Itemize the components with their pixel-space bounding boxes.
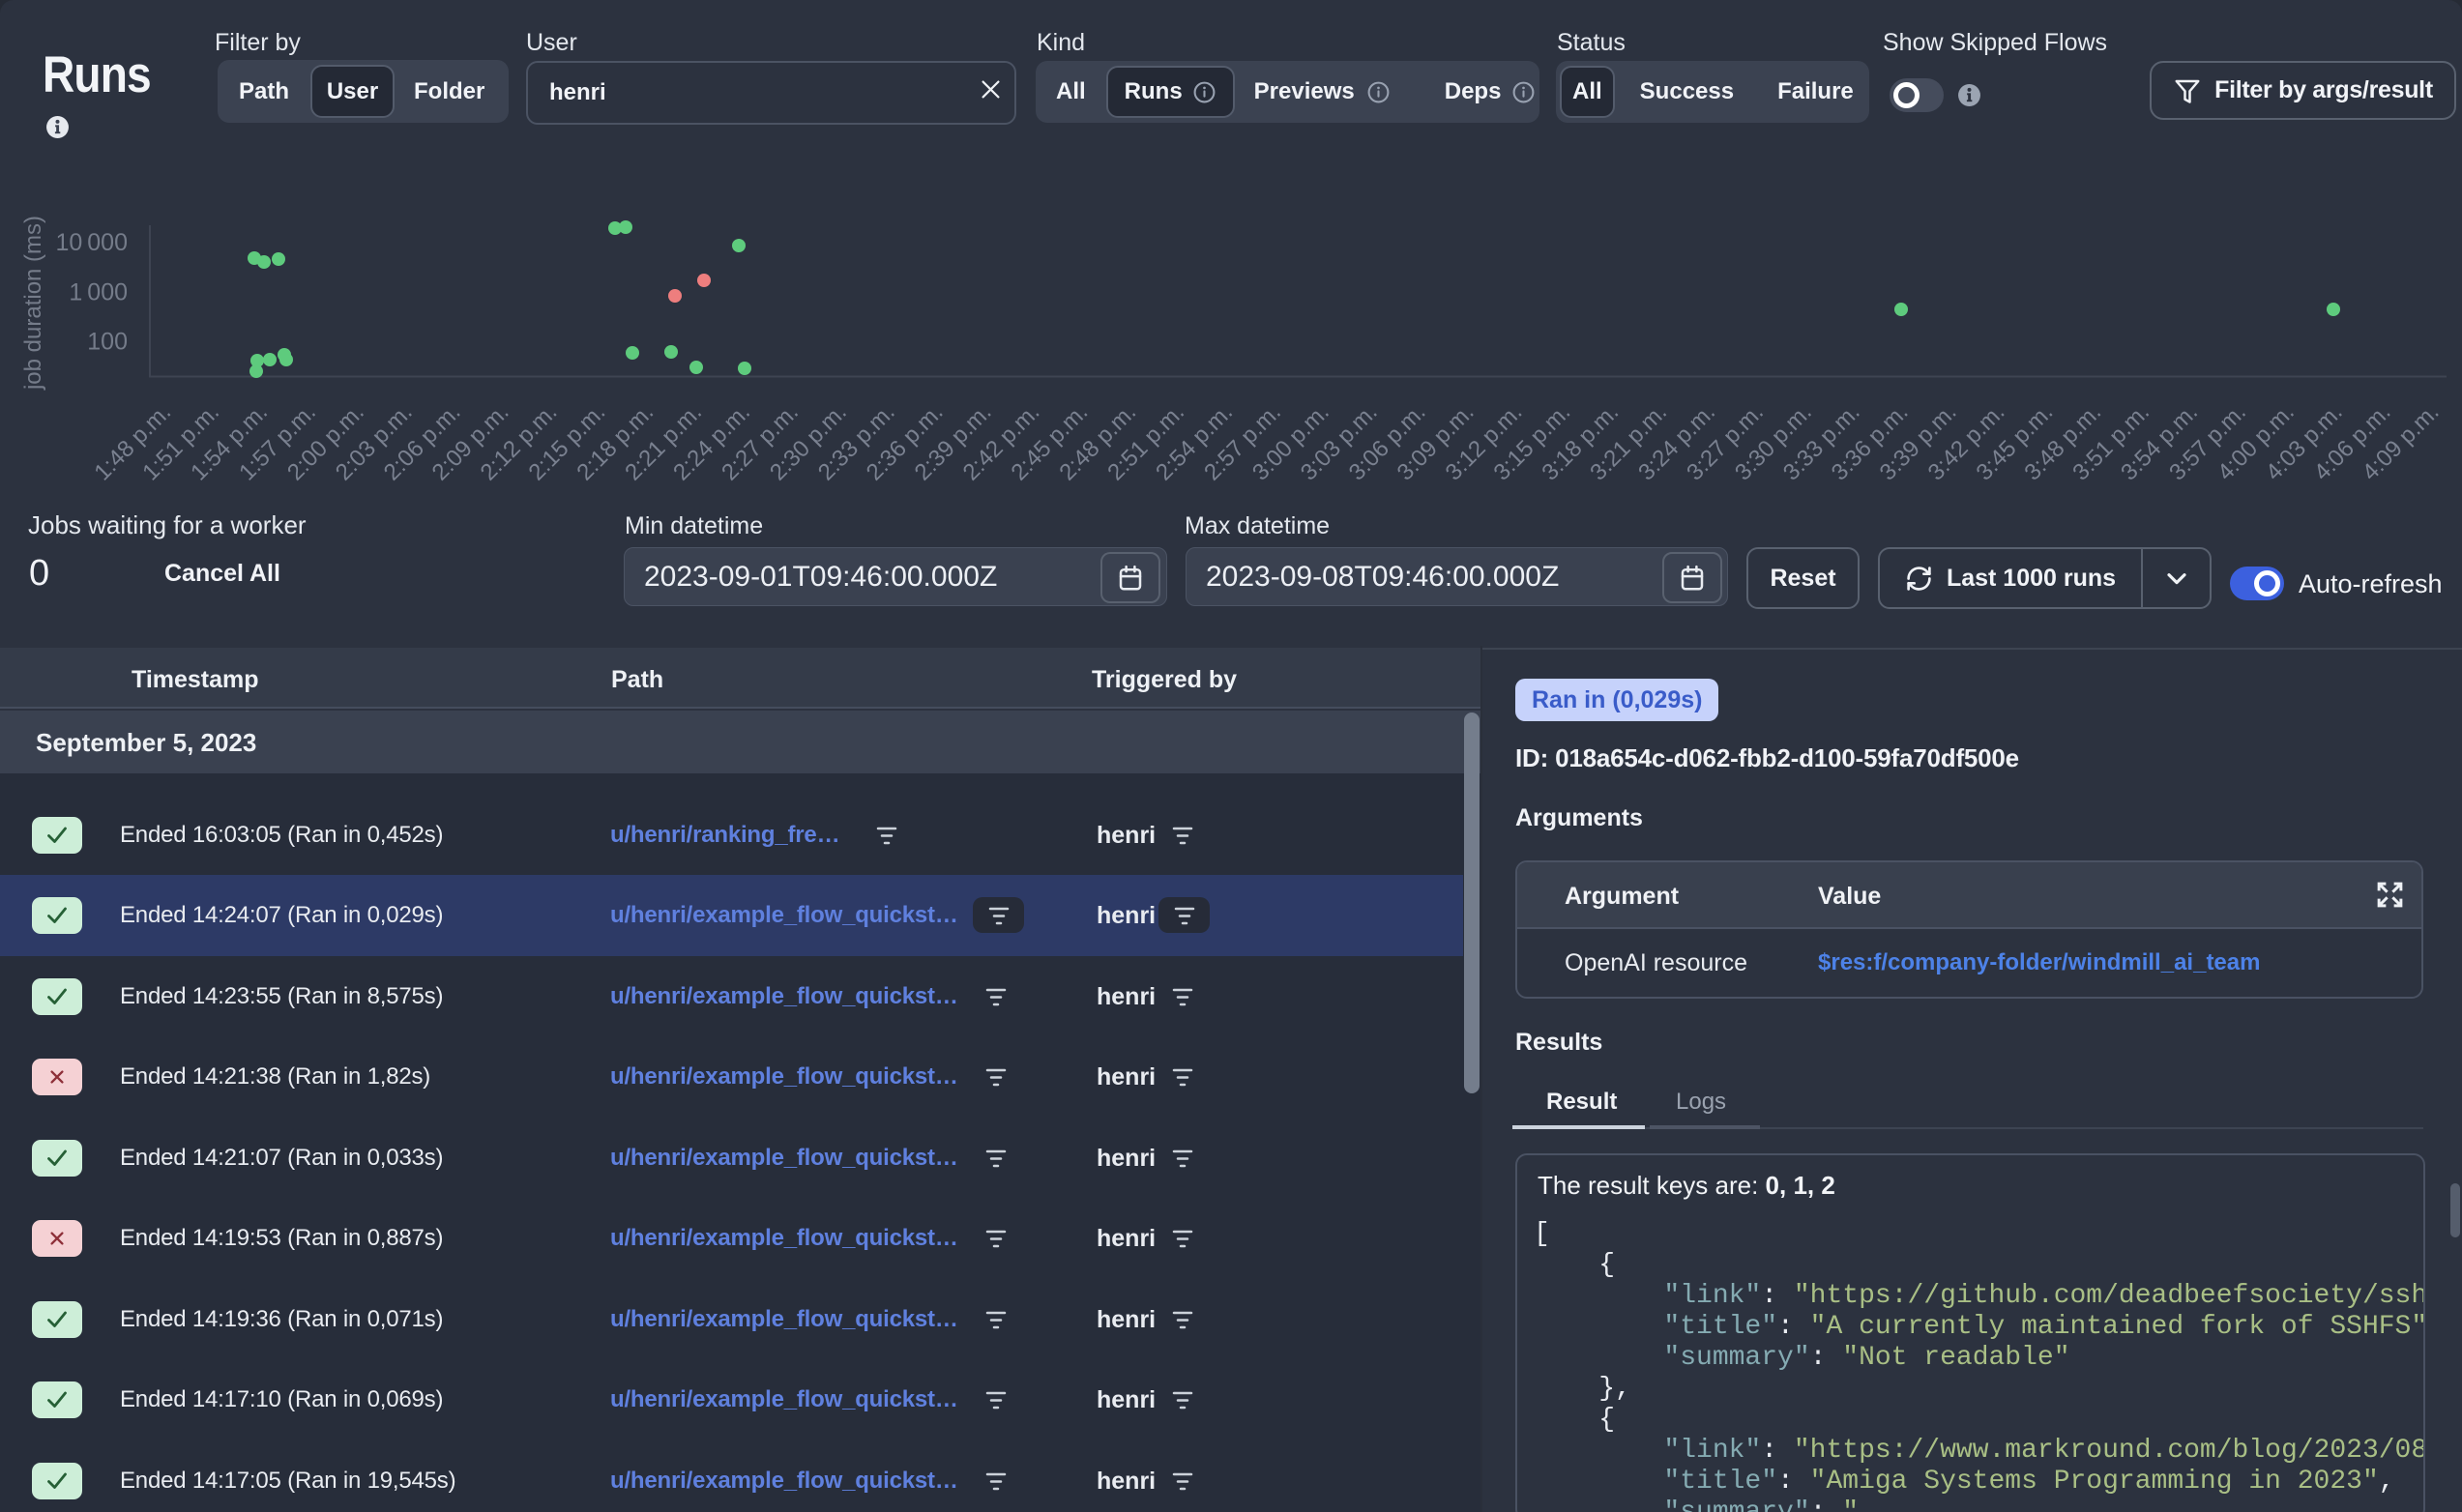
svg-text:100: 100: [87, 329, 128, 356]
svg-text:10 000: 10 000: [55, 229, 128, 256]
svg-text:job duration (ms): job duration (ms): [20, 216, 46, 391]
svg-text:1 000: 1 000: [69, 279, 128, 306]
